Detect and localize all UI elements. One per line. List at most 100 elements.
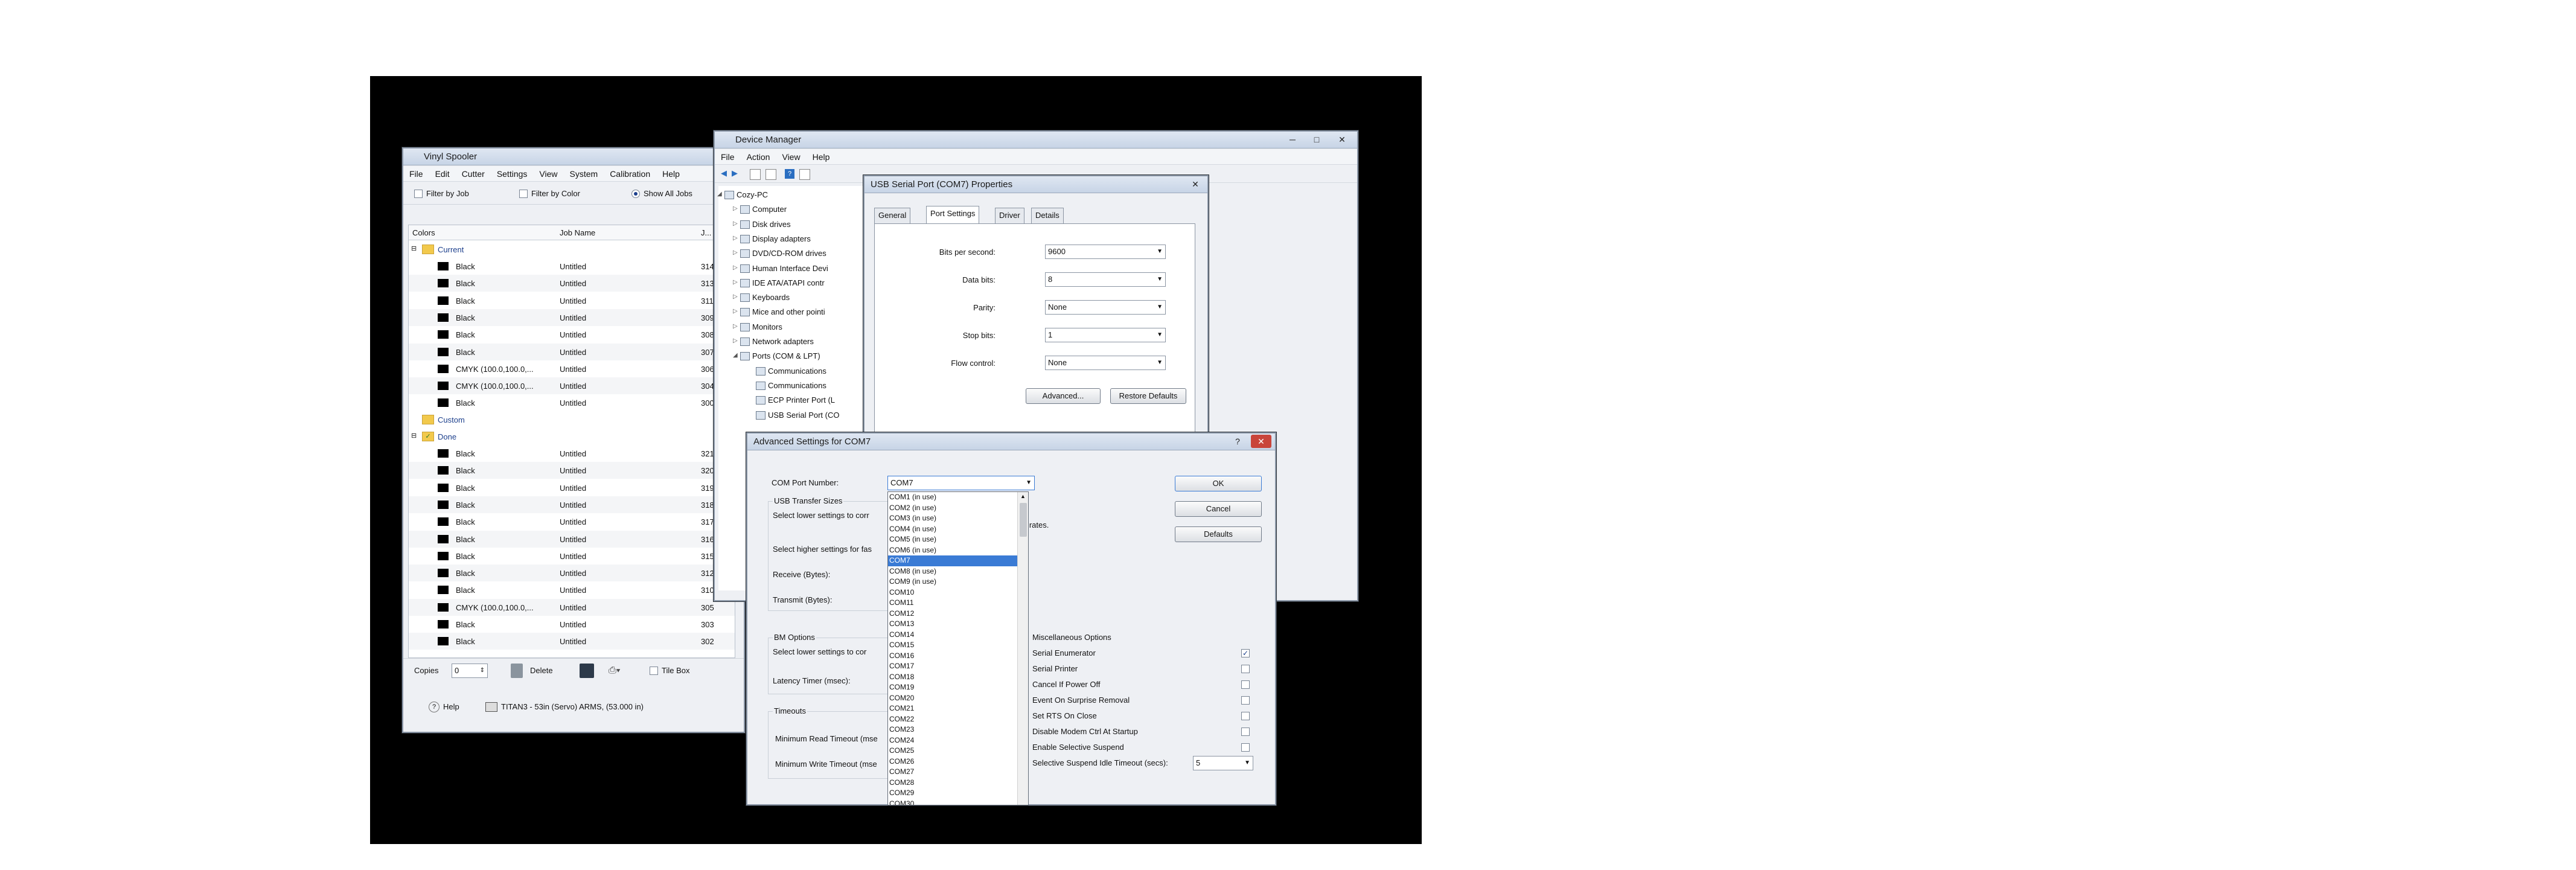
close-icon[interactable]: ✕: [1331, 133, 1354, 146]
collapsed-arrow-icon[interactable]: ▷: [733, 249, 738, 256]
job-row[interactable]: Black Untitled 309: [409, 309, 735, 326]
job-row[interactable]: Black Untitled 307: [409, 343, 735, 360]
tree-node[interactable]: ▷ IDE ATA/ATAPI contr: [718, 277, 863, 290]
job-row[interactable]: Black Untitled 310: [409, 581, 735, 599]
devmgr-titlebar[interactable]: Device Manager ─ □ ✕: [715, 132, 1357, 149]
collapsed-arrow-icon[interactable]: ▷: [733, 264, 738, 271]
com-port-option[interactable]: COM14: [888, 630, 1017, 641]
field-select[interactable]: None ▼: [1045, 356, 1166, 370]
job-row[interactable]: Black Untitled 314: [409, 258, 735, 275]
ok-button[interactable]: OK: [1175, 476, 1262, 491]
job-row[interactable]: Black Untitled 311: [409, 292, 735, 309]
job-row[interactable]: Black Untitled 318: [409, 496, 735, 513]
com-port-dropdown-list[interactable]: COM1 (in use) COM2 (in use) COM3 (in use) C…: [887, 491, 1029, 805]
print-dropdown-icon[interactable]: ⎙▾: [609, 664, 627, 678]
column-header-colors[interactable]: Colors: [412, 228, 435, 237]
com-port-option[interactable]: COM6 (in use): [888, 545, 1017, 556]
tree-node[interactable]: Communications: [718, 379, 863, 392]
com-port-option[interactable]: COM25: [888, 746, 1017, 756]
menu-item[interactable]: Help: [656, 167, 686, 181]
show-all-jobs-radio[interactable]: [631, 190, 640, 198]
misc-option-checkbox[interactable]: [1241, 743, 1250, 752]
job-row[interactable]: Black Untitled 316: [409, 530, 735, 548]
suspend-timeout-select[interactable]: 5 ▼: [1193, 756, 1253, 770]
menu-item[interactable]: System: [564, 167, 604, 181]
expanded-arrow-icon[interactable]: ◢: [717, 191, 722, 197]
props-titlebar[interactable]: USB Serial Port (COM7) Properties ✕: [865, 176, 1207, 193]
com-port-option[interactable]: COM18: [888, 672, 1017, 683]
misc-option-checkbox[interactable]: [1241, 665, 1250, 673]
com-port-option[interactable]: COM22: [888, 714, 1017, 725]
com-port-option[interactable]: COM29: [888, 788, 1017, 799]
tab-details[interactable]: Details: [1031, 208, 1064, 223]
field-select[interactable]: 1 ▼: [1045, 328, 1166, 342]
spooler-titlebar[interactable]: Vinyl Spooler: [403, 149, 744, 165]
com-port-option[interactable]: COM13: [888, 619, 1017, 630]
com-port-option[interactable]: COM16: [888, 651, 1017, 662]
com-port-option[interactable]: COM17: [888, 661, 1017, 672]
collapse-icon[interactable]: ⊟: [411, 245, 417, 252]
tree-node[interactable]: ◢ Cozy-PC: [717, 188, 863, 202]
tab-port-settings[interactable]: Port Settings: [926, 206, 980, 224]
dropdown-scrollbar[interactable]: ▲: [1017, 492, 1028, 805]
com-port-option[interactable]: COM28: [888, 778, 1017, 788]
com-port-option[interactable]: COM10: [888, 587, 1017, 598]
com-port-select[interactable]: COM7 ▼: [887, 476, 1035, 490]
com-port-option[interactable]: COM1 (in use): [888, 492, 1017, 503]
tree-node[interactable]: Communications: [718, 365, 863, 378]
collapsed-arrow-icon[interactable]: ▷: [733, 279, 738, 286]
menu-item[interactable]: View: [776, 150, 806, 164]
tree-node[interactable]: USB Serial Port (CO: [718, 409, 863, 422]
save-icon[interactable]: [580, 664, 594, 678]
com-port-option[interactable]: COM12: [888, 609, 1017, 619]
com-port-option[interactable]: COM4 (in use): [888, 524, 1017, 535]
tree-node[interactable]: ▷ Keyboards: [718, 291, 863, 304]
com-port-option[interactable]: COM7: [888, 555, 1017, 566]
job-row[interactable]: Black Untitled 302: [409, 633, 735, 650]
job-row[interactable]: Black Untitled 321: [409, 445, 735, 462]
misc-option-checkbox[interactable]: [1241, 680, 1250, 689]
menu-item[interactable]: Cutter: [456, 167, 491, 181]
minimize-icon[interactable]: ─: [1281, 133, 1304, 146]
expanded-arrow-icon[interactable]: ◢: [733, 352, 738, 359]
job-row[interactable]: Black Untitled 319: [409, 479, 735, 496]
field-select[interactable]: 8 ▼: [1045, 272, 1166, 287]
job-row[interactable]: CMYK (100.0,100.0,... Untitled 304: [409, 377, 735, 395]
menu-item[interactable]: Settings: [491, 167, 534, 181]
delete-button[interactable]: Delete: [530, 666, 553, 675]
menu-item[interactable]: File: [715, 150, 741, 164]
collapsed-arrow-icon[interactable]: ▷: [733, 205, 738, 212]
tree-node[interactable]: ▷ DVD/CD-ROM drives: [718, 247, 863, 260]
misc-option-checkbox[interactable]: ✓: [1241, 649, 1250, 657]
com-port-option[interactable]: COM20: [888, 693, 1017, 704]
com-port-option[interactable]: COM23: [888, 724, 1017, 735]
forward-icon[interactable]: ▶: [732, 168, 738, 178]
collapsed-arrow-icon[interactable]: ▷: [733, 308, 738, 315]
close-icon[interactable]: ✕: [1251, 435, 1271, 448]
tree-node[interactable]: ▷ Display adapters: [718, 232, 863, 246]
job-row[interactable]: Black Untitled 303: [409, 616, 735, 633]
column-header-job-id[interactable]: J...: [701, 228, 711, 237]
misc-option-checkbox[interactable]: [1241, 728, 1250, 736]
com-port-option[interactable]: COM8 (in use): [888, 566, 1017, 577]
help-icon[interactable]: ?: [429, 702, 439, 712]
com-port-option[interactable]: COM11: [888, 598, 1017, 609]
menu-item[interactable]: Action: [741, 150, 776, 164]
help-link[interactable]: Help: [443, 702, 459, 711]
tree-node[interactable]: ▷ Disk drives: [718, 218, 863, 231]
filter-by-job-checkbox[interactable]: [414, 190, 423, 198]
collapsed-arrow-icon[interactable]: ▷: [733, 235, 738, 241]
properties-icon[interactable]: [750, 169, 761, 180]
tree-node[interactable]: ▷ Monitors: [718, 321, 863, 334]
defaults-button[interactable]: Defaults: [1175, 526, 1262, 542]
misc-option-checkbox[interactable]: [1241, 712, 1250, 720]
group-custom[interactable]: Custom: [409, 411, 735, 428]
com-port-option[interactable]: COM9 (in use): [888, 577, 1017, 587]
collapse-icon[interactable]: ⊟: [411, 432, 417, 440]
spin-icon[interactable]: ⇕: [480, 664, 485, 677]
misc-option-checkbox[interactable]: [1241, 696, 1250, 705]
help-icon[interactable]: ?: [785, 169, 794, 179]
field-select[interactable]: None ▼: [1045, 300, 1166, 315]
tree-node[interactable]: ▷ Computer: [718, 203, 863, 216]
delete-icon[interactable]: [511, 664, 523, 678]
